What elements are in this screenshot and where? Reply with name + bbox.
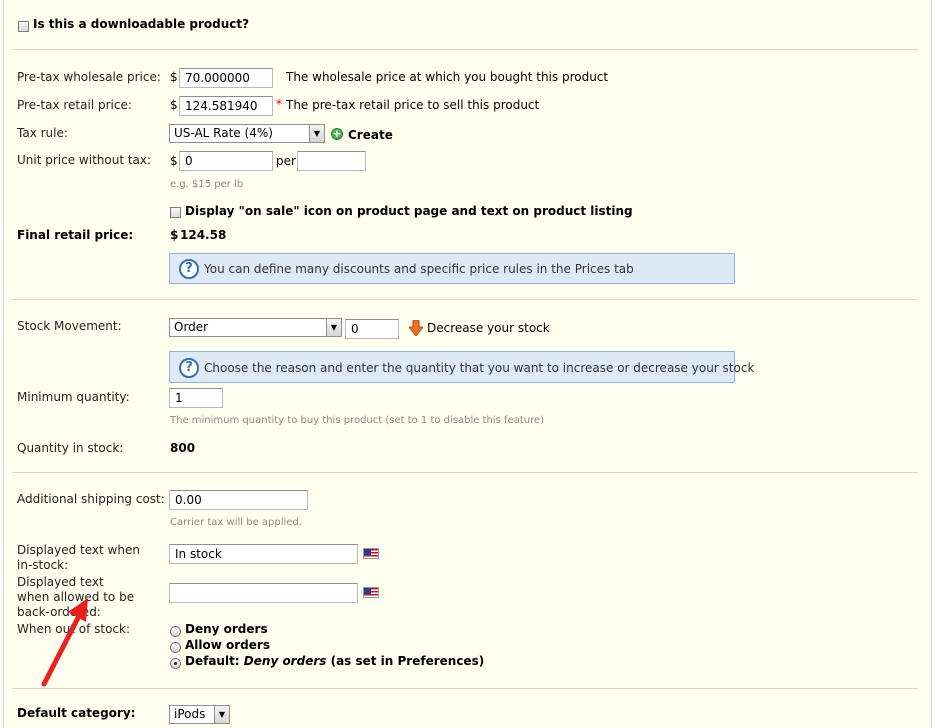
create-tax-rule-link[interactable]: Create	[348, 128, 393, 142]
stock-quantity-input[interactable]: 0	[345, 319, 399, 339]
chevron-down-icon: ▼	[326, 319, 341, 336]
arrow-down-icon	[407, 319, 425, 337]
downloadable-label: Is this a downloadable product?	[33, 17, 250, 31]
us-flag-icon[interactable]	[363, 548, 379, 559]
stock-movement-label: Stock Movement:	[17, 319, 122, 333]
separator	[12, 688, 918, 689]
stock-info-box: ? Choose the reason and enter the quanti…	[169, 351, 754, 383]
on-sale-checkbox[interactable]	[170, 207, 181, 218]
stock-movement-select[interactable]: Order ▼	[169, 318, 342, 337]
allow-orders-radio[interactable]	[170, 642, 181, 653]
wholesale-price-input[interactable]: 70.000000	[179, 68, 273, 88]
prices-info-text: You can define many discounts and specif…	[204, 262, 634, 276]
default-category-value: iPods	[174, 707, 206, 721]
quantity-in-stock-label: Quantity in stock:	[17, 441, 124, 455]
shipping-hint: Carrier tax will be applied.	[170, 517, 302, 528]
in-stock-text-label: Displayed text when in-stock:	[17, 543, 140, 572]
tax-rule-value: US-AL Rate (4%)	[174, 126, 273, 140]
retail-currency: $	[170, 98, 178, 112]
chevron-down-icon: ▼	[214, 706, 229, 723]
minimum-quantity-input[interactable]: 1	[169, 388, 223, 408]
wholesale-price-label: Pre-tax wholesale price:	[17, 70, 161, 84]
unit-price-currency: $	[170, 154, 178, 168]
retail-price-label: Pre-tax retail price:	[17, 98, 132, 112]
default-category-select[interactable]: iPods ▼	[169, 705, 230, 724]
default-orders-radio[interactable]	[170, 658, 181, 669]
add-icon[interactable]: +	[331, 128, 343, 140]
help-icon: ?	[179, 358, 199, 378]
help-icon: ?	[179, 259, 199, 279]
wholesale-currency: $	[170, 70, 178, 84]
minimum-quantity-hint: The minimum quantity to buy this product…	[170, 415, 545, 426]
final-price-label: Final retail price:	[17, 228, 134, 242]
tax-rule-label: Tax rule:	[17, 126, 68, 140]
tax-rule-select[interactable]: US-AL Rate (4%) ▼	[169, 124, 325, 143]
quantity-in-stock-value: 800	[170, 441, 196, 455]
retail-price-help: The pre-tax retail price to sell this pr…	[286, 98, 540, 112]
final-price-currency: $	[170, 228, 179, 242]
unit-price-input[interactable]: 0	[179, 151, 273, 171]
wholesale-price-help: The wholesale price at which you bought …	[286, 70, 609, 84]
additional-shipping-input[interactable]: 0.00	[169, 490, 308, 510]
default-prefix: Default:	[185, 654, 240, 668]
final-price-value: 124.58	[180, 228, 227, 242]
default-category-label: Default category:	[17, 706, 136, 720]
default-orders-label: Default: Deny orders (as set in Preferen…	[185, 654, 484, 668]
us-flag-icon[interactable]	[363, 587, 379, 598]
required-mark: *	[276, 97, 282, 111]
unit-per-label: per	[276, 154, 296, 168]
retail-price-input[interactable]: 124.581940	[179, 96, 273, 116]
stock-movement-value: Order	[174, 320, 209, 334]
chevron-down-icon: ▼	[309, 125, 324, 142]
stock-info-text: Choose the reason and enter the quantity…	[204, 361, 755, 375]
unit-per-input[interactable]	[297, 151, 366, 171]
separator	[12, 49, 918, 50]
downloadable-checkbox[interactable]	[18, 21, 29, 32]
annotation-arrow-icon	[41, 598, 88, 687]
on-sale-label: Display "on sale" icon on product page a…	[185, 204, 633, 218]
prices-info-box: ? You can define many discounts and spec…	[169, 253, 735, 284]
allow-orders-label: Allow orders	[185, 638, 270, 652]
minimum-quantity-label: Minimum quantity:	[17, 390, 130, 404]
in-stock-text-input[interactable]: In stock	[169, 544, 358, 564]
default-value: Deny orders	[243, 654, 327, 668]
backorder-text-input[interactable]	[169, 583, 358, 603]
additional-shipping-label: Additional shipping cost:	[17, 492, 165, 506]
deny-orders-label: Deny orders	[185, 622, 268, 636]
unit-price-hint: e.g. $15 per lb	[170, 179, 244, 190]
separator	[12, 472, 918, 473]
unit-price-label: Unit price without tax:	[17, 153, 152, 167]
stock-direction-label: Decrease your stock	[427, 321, 550, 335]
separator	[12, 299, 918, 300]
deny-orders-radio[interactable]	[170, 626, 181, 637]
default-suffix: (as set in Preferences)	[330, 654, 485, 668]
